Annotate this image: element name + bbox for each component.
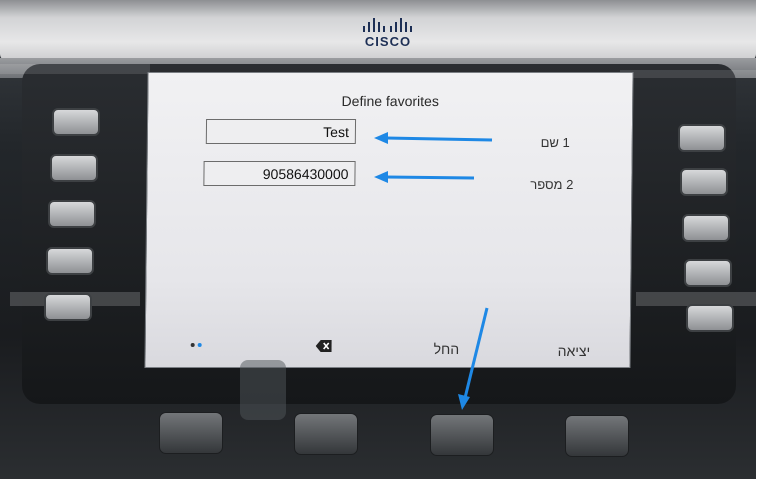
row-index: 2 (566, 177, 574, 192)
screen-title: Define favorites (341, 93, 439, 109)
line-key-left-1[interactable] (52, 108, 100, 136)
annotation-arrow-number (374, 171, 475, 183)
favorite-number-field[interactable]: 90586430000 (203, 161, 356, 186)
line-key-right-1[interactable] (678, 124, 726, 152)
softkey-button-2[interactable] (294, 413, 358, 455)
backspace-icon[interactable] (315, 339, 332, 355)
line-key-right-4[interactable] (684, 259, 732, 287)
phone-photo: CISCO Define favorites Test 90586430000 … (0, 0, 756, 479)
cisco-logo-text: CISCO (364, 34, 412, 49)
row-label-number: 2 מספר (503, 177, 573, 192)
line-key-left-3[interactable] (48, 200, 96, 228)
row-index: 1 (562, 135, 570, 150)
cisco-logo-icon (363, 18, 412, 32)
softkey-button-1[interactable] (159, 412, 223, 454)
phone-display: Define favorites Test 90586430000 1 שם 2… (144, 72, 634, 368)
reflection (0, 64, 150, 74)
row-label-text: מספר (530, 177, 563, 192)
line-key-left-4[interactable] (46, 247, 94, 275)
image-margin (756, 0, 776, 479)
annotation-arrow-softkey (458, 307, 489, 410)
softkey-exit-label: יציאה (557, 343, 591, 359)
annotation-arrow-name (374, 132, 493, 144)
favorite-name-field[interactable]: Test (205, 119, 357, 144)
softkey-button-3[interactable] (430, 414, 494, 456)
row-label-name: 1 שם (520, 135, 570, 150)
reflection (620, 70, 756, 78)
line-key-left-5[interactable] (44, 293, 92, 321)
page-dots-icon (190, 335, 206, 351)
line-key-left-2[interactable] (50, 154, 98, 182)
line-key-right-5[interactable] (686, 304, 734, 332)
row-label-text: שם (540, 135, 560, 150)
keypad-shadow (240, 360, 286, 420)
line-key-right-2[interactable] (680, 168, 728, 196)
softkey-button-4[interactable] (565, 415, 629, 457)
line-key-right-3[interactable] (682, 214, 730, 242)
